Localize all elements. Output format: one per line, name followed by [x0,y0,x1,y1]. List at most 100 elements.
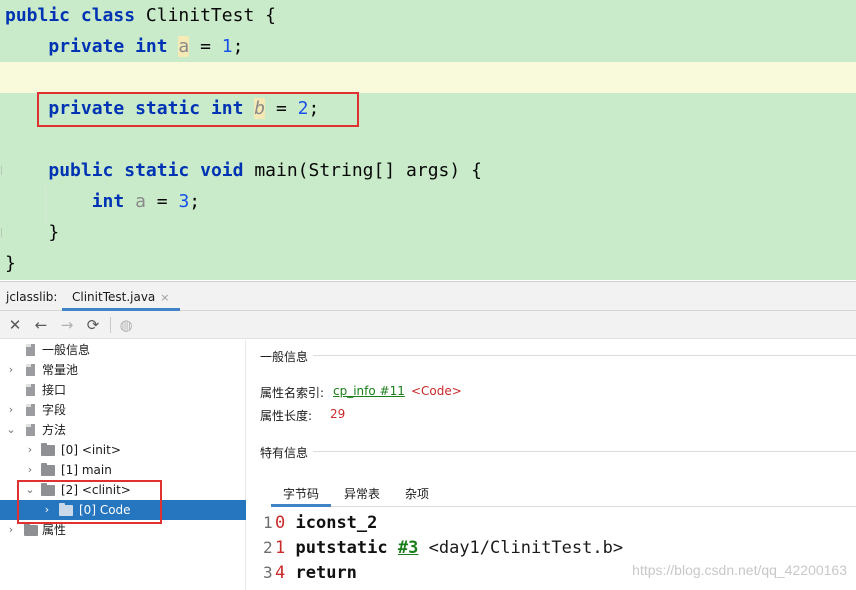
tree-item-label: 常量池 [42,363,79,377]
cp-info-link[interactable]: cp_info #11 [333,384,405,398]
annotation-highlight-box [17,480,162,524]
close-tab-icon[interactable]: × [160,291,169,304]
bytecode-offset: 0 [275,513,286,533]
tree-item-interfaces[interactable]: 接口 [0,380,246,400]
code-line-2[interactable]: private int a = 1; [0,31,856,62]
line-number: 1 [263,513,273,532]
bytecode-line[interactable]: 34 return [247,560,357,585]
line-number: 2 [263,538,273,557]
opcode: putstatic [295,538,388,558]
tree-item-label: 方法 [42,423,67,437]
file-icon [26,364,35,376]
attr-length-label: 属性长度: [260,409,313,423]
fold-marker-icon[interactable] [1,166,6,175]
file-icon [26,424,35,436]
opcode: return [295,563,357,583]
opcode-argument: <day1/ClinitTest.b> [428,538,624,558]
tree-item-label: 接口 [42,383,67,397]
line-number: 3 [263,563,273,582]
local-variable: a [135,191,146,212]
brace: { [265,5,276,26]
watermark: https://blog.csdn.net/qq_42200163 [632,562,847,578]
detail-pane: 一般信息 属性名索引: cp_info #11 <Code> 属性长度: 29 … [247,340,856,590]
folder-icon [24,523,38,536]
file-icon [26,384,35,396]
keyword: public [5,5,71,26]
section-divider [313,355,856,356]
file-icon [26,344,35,356]
folder-icon [41,463,55,476]
semicolon: ; [189,191,201,212]
method-signature: main(String[] args) [254,160,461,181]
expand-chevron-icon[interactable]: › [24,440,36,460]
code-line-8[interactable]: } [0,217,856,248]
keyword: class [80,5,136,26]
fold-marker-icon[interactable] [1,228,6,237]
constant-pool-ref-link[interactable]: #3 [398,538,418,558]
bytecode-line[interactable]: 21 putstatic #3 <day1/ClinitTest.b> [247,535,623,560]
code-line-1[interactable]: public class ClinitTest { [0,0,856,31]
file-icon [26,404,35,416]
toolwindow-title: jclasslib: [6,290,58,304]
field-identifier: a [178,36,190,57]
class-structure-tree[interactable]: 一般信息 › 常量池 接口 › 字段 ⌄ 方法 › [0] <init> › [… [0,340,246,590]
number-literal: 1 [221,36,233,57]
tree-item-label: 字段 [42,403,67,417]
tree-item-methods[interactable]: ⌄ 方法 [0,420,246,440]
code-line-6[interactable]: public static void main(String[] args) { [0,155,856,186]
code-line-3-current[interactable] [0,62,856,93]
bytecode-offset: 1 [275,538,286,558]
tree-item-constant-pool[interactable]: › 常量池 [0,360,246,380]
bytecode-line[interactable]: 10 iconst_2 [247,510,377,535]
keyword: private [48,36,125,57]
code-editor[interactable]: public class ClinitTest { private int a … [0,0,856,280]
tree-item-label: [0] <init> [61,443,121,457]
keyword: int [91,191,125,212]
expand-chevron-icon[interactable]: › [5,400,17,420]
brace: } [5,253,16,274]
tree-item-general-info[interactable]: 一般信息 [0,340,246,360]
keyword: static [124,160,190,181]
folder-icon [41,443,55,456]
class-name: ClinitTest [145,5,255,26]
expand-chevron-icon[interactable]: › [5,360,17,380]
detail-tab-bar: 字节码 异常表 杂项 [271,482,856,507]
section-specific-info: 特有信息 [260,446,309,460]
operator: = [156,191,168,212]
attr-length-value: 29 [330,407,346,421]
keyword: public [48,160,114,181]
opcode: iconst_2 [295,513,378,533]
browser-globe-icon[interactable]: ◍ [115,314,137,336]
tab-exception-table[interactable]: 异常表 [332,482,392,507]
tree-item-fields[interactable]: › 字段 [0,400,246,420]
collapse-chevron-icon[interactable]: ⌄ [5,420,17,440]
file-tab-label: ClinitTest.java [72,290,156,304]
tab-misc[interactable]: 杂项 [393,482,441,507]
toolbar-separator [110,317,111,333]
semicolon: ; [232,36,244,57]
tree-item-method-init[interactable]: › [0] <init> [0,440,246,460]
tree-item-label: [1] main [61,463,112,477]
expand-chevron-icon[interactable]: › [24,460,36,480]
code-line-5[interactable] [0,124,856,155]
code-line-7[interactable]: int a = 3; [0,186,856,217]
indent-guide [45,186,46,224]
section-general-info: 一般信息 [260,350,309,364]
back-arrow-icon[interactable]: ← [30,314,52,336]
tree-item-method-main[interactable]: › [1] main [0,460,246,480]
bytecode-offset: 4 [275,563,286,583]
tree-item-label: 一般信息 [42,343,91,357]
code-line-9[interactable]: } [0,248,856,279]
keyword: int [135,36,168,57]
forward-arrow-icon[interactable]: → [56,314,78,336]
brace: { [471,160,482,181]
file-tab-clinittest[interactable]: ClinitTest.java × [62,282,180,311]
annotation-highlight-box [37,92,359,127]
jclasslib-toolwindow-header: jclasslib: ClinitTest.java × [0,281,856,311]
number-literal: 3 [178,191,190,212]
refresh-icon[interactable]: ⟳ [82,314,104,336]
expand-chevron-icon[interactable]: › [5,520,17,540]
tab-bytecode[interactable]: 字节码 [271,482,332,507]
close-icon[interactable]: ✕ [4,314,26,336]
section-divider [313,451,856,452]
